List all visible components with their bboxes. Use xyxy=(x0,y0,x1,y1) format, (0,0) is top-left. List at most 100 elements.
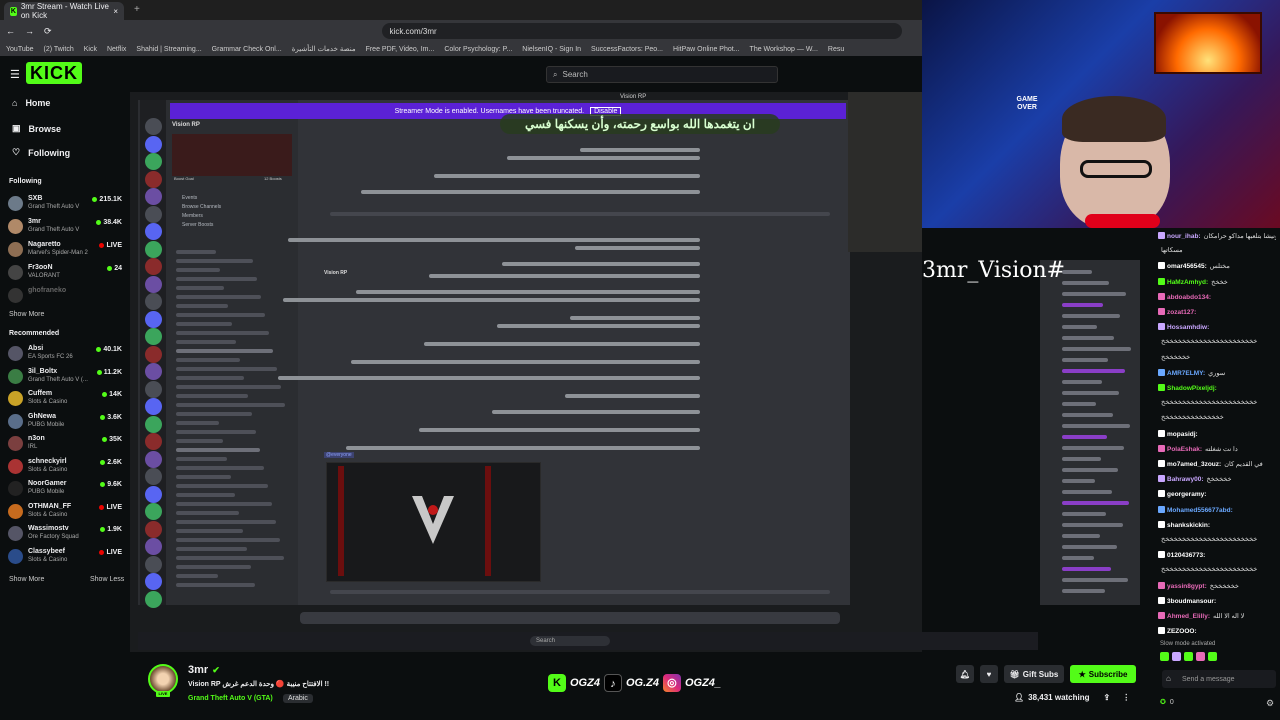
viewer-count-value: 38.4K xyxy=(103,219,122,226)
chat-username[interactable]: nour_ihab: xyxy=(1167,233,1201,240)
sidebar-channel-3mr[interactable]: 3mr Grand Theft Auto V 38.4K xyxy=(8,217,126,237)
bookmark[interactable]: NielsenIQ - Sign In xyxy=(522,46,581,53)
discord-server-icon xyxy=(145,135,162,153)
heart-icon: ♡ xyxy=(12,147,21,157)
chat-badge-icon xyxy=(1158,444,1165,452)
chat-username[interactable]: shankskickin: xyxy=(1167,522,1210,529)
sidebar-channel-ghnewa[interactable]: GhNewa PUBG Mobile 3.6K xyxy=(8,412,126,432)
reload-icon[interactable]: ⟳ xyxy=(44,26,52,37)
lock-icon[interactable]: ⌂ xyxy=(1166,674,1171,683)
bookmark[interactable]: Kick xyxy=(84,46,97,53)
chat-username[interactable]: omar456545: xyxy=(1167,263,1207,270)
chat-username[interactable]: PolaEshak: xyxy=(1167,446,1202,453)
new-tab-button[interactable]: + xyxy=(134,4,140,15)
chat-username[interactable]: mopasidj: xyxy=(1167,431,1198,438)
channel-name: schneckyirl xyxy=(28,457,67,465)
chat-username[interactable]: yassin8gypt: xyxy=(1167,583,1207,590)
bookmark[interactable]: Grammar Check Onl... xyxy=(212,46,282,53)
sidebar-channel-fr3oon[interactable]: Fr3ooN VALORANT 24 xyxy=(8,263,126,283)
emote-icon[interactable] xyxy=(1184,652,1193,661)
discord-member-list xyxy=(1040,260,1140,605)
sidebar-channel-noorgamer[interactable]: NoorGamer PUBG Mobile 9.6K xyxy=(8,479,126,499)
notifications-button[interactable]: 🔔︎ xyxy=(956,665,974,683)
nav-home[interactable]: ⌂ Home xyxy=(12,98,50,108)
sidebar-channel-othman_ff[interactable]: OTHMAN_FF Slots & Casino LIVE xyxy=(8,502,126,522)
chat-settings-icon[interactable]: ⚙ xyxy=(1266,698,1274,709)
channel-viewers: 215.1K xyxy=(92,196,122,203)
emote-icon[interactable] xyxy=(1196,652,1205,661)
chat-text: ونيشا بتلعبها مداكو حرامكان xyxy=(1203,233,1276,240)
discord-member-row xyxy=(1062,347,1131,351)
sidebar-channel-absi[interactable]: Absi EA Sports FC 26 40.1K xyxy=(8,344,126,364)
search-input[interactable]: ⌕ Search xyxy=(546,66,778,83)
subscribe-button[interactable]: ★ Subscribe xyxy=(1070,665,1136,683)
channel-category: Slots & Casino xyxy=(28,399,68,405)
chat-username[interactable]: HaMzAmhyd: xyxy=(1167,279,1208,286)
discord-channel-row xyxy=(176,547,247,551)
browser-tab[interactable]: K 3mr Stream - Watch Live on Kick × xyxy=(4,2,124,20)
more-icon[interactable]: ⋮ xyxy=(1122,693,1130,702)
nav-browse[interactable]: ▣ Browse xyxy=(12,123,61,134)
bookmark[interactable]: SuccessFactors: Peo... xyxy=(591,46,663,53)
bookmark[interactable]: Shahid | Streaming... xyxy=(136,46,201,53)
bookmark[interactable]: YouTube xyxy=(6,46,34,53)
chat-username[interactable]: zozat127: xyxy=(1167,309,1196,316)
chat-points[interactable]: ✪ 0 xyxy=(1160,698,1174,707)
sidebar-channel-ghofraneko[interactable]: ghofraneko xyxy=(8,286,126,306)
menu-icon[interactable]: ☰ xyxy=(10,68,20,81)
chat-username[interactable]: mo7amed_3zouz: xyxy=(1167,461,1221,468)
back-icon[interactable]: ← xyxy=(6,26,15,36)
live-dot-icon xyxy=(102,437,108,442)
channel-avatar xyxy=(8,196,23,211)
chat-username[interactable]: Hossamhdiw: xyxy=(1167,324,1209,331)
sidebar-channel-classybeef[interactable]: Classybeef Slots & Casino LIVE xyxy=(8,547,126,567)
chat-username[interactable]: AMR7ELMY: xyxy=(1167,370,1205,377)
bookmark[interactable]: Color Psychology: P... xyxy=(444,46,512,53)
sidebar-channel-sxb[interactable]: SXB Grand Theft Auto V 215.1K xyxy=(8,194,126,214)
discord-channel-row xyxy=(176,259,253,263)
bookmark[interactable]: Netflix xyxy=(107,46,126,53)
sidebar-channel-cuffem[interactable]: Cuffem Slots & Casino 14K xyxy=(8,389,126,409)
emote-icon[interactable] xyxy=(1172,652,1181,661)
tab-close-icon[interactable]: × xyxy=(113,7,118,16)
nav-home-label: Home xyxy=(25,98,51,108)
url-field[interactable]: kick.com/3mr xyxy=(381,23,902,39)
bookmark[interactable]: The Workshop — W... xyxy=(750,46,818,53)
chat-username[interactable]: 0120436773: xyxy=(1167,552,1205,559)
sidebar-channel-wassimostv[interactable]: Wassimostv Ore Factory Squad 1.9K xyxy=(8,524,126,544)
sidebar-channel-schneckyirl[interactable]: schneckyirl Slots & Casino 2.6K xyxy=(8,457,126,477)
streamer-name[interactable]: 3mr ✔ xyxy=(188,664,220,676)
chat-username[interactable]: abdoabdo134: xyxy=(1167,294,1211,301)
stream-category[interactable]: Grand Theft Auto V (GTA) xyxy=(188,695,273,702)
nav-following[interactable]: ♡ Following xyxy=(12,147,70,158)
bookmark[interactable]: Free PDF, Video, Im... xyxy=(366,46,435,53)
show-more-following[interactable]: Show More xyxy=(9,311,44,318)
streamer-avatar[interactable] xyxy=(148,664,178,694)
chat-username[interactable]: 3boudmansour: xyxy=(1167,598,1216,605)
chat-username[interactable]: Ahmed_Elilly: xyxy=(1167,613,1210,620)
show-more-recommended[interactable]: Show More xyxy=(9,576,44,583)
chat-username[interactable]: ZEZOOO: xyxy=(1167,628,1197,635)
sidebar-channel-3il_boltx[interactable]: 3il_Boltx Grand Theft Auto V (... 11.2K xyxy=(8,367,126,387)
bookmark[interactable]: HitPaw Online Phot... xyxy=(673,46,740,53)
gift-subs-button[interactable]: 🎁︎ Gift Subs xyxy=(1004,665,1064,683)
webcam-red-light xyxy=(1085,214,1160,228)
chat-username[interactable]: georgeramy: xyxy=(1167,491,1206,498)
chat-input[interactable]: Send a message xyxy=(1162,670,1276,688)
show-less-recommended[interactable]: Show Less xyxy=(90,576,124,583)
emote-icon[interactable] xyxy=(1160,652,1169,661)
chat-username[interactable]: Bahrawy00: xyxy=(1167,476,1204,483)
kick-logo[interactable]: KICK xyxy=(26,62,82,84)
follow-button[interactable]: ♥ xyxy=(980,665,998,683)
chat-username[interactable]: Mohamed556677abd: xyxy=(1167,507,1233,514)
chat-username[interactable]: ShadowPixeljdj: xyxy=(1167,385,1217,392)
sidebar-channel-n3on[interactable]: n3on IRL 35K xyxy=(8,434,126,454)
language-tag[interactable]: Arabic xyxy=(283,694,313,703)
sidebar-channel-nagaretto[interactable]: Nagaretto Marvel's Spider-Man 2 LIVE xyxy=(8,240,126,260)
bookmark[interactable]: (2) Twitch xyxy=(44,46,74,53)
bookmark[interactable]: منصة خدمات التأشيرة xyxy=(292,45,356,53)
forward-icon[interactable]: → xyxy=(25,26,34,36)
emote-icon[interactable] xyxy=(1208,652,1217,661)
share-icon[interactable]: ⇪ xyxy=(1104,693,1111,702)
bookmark[interactable]: Resu xyxy=(828,46,844,53)
